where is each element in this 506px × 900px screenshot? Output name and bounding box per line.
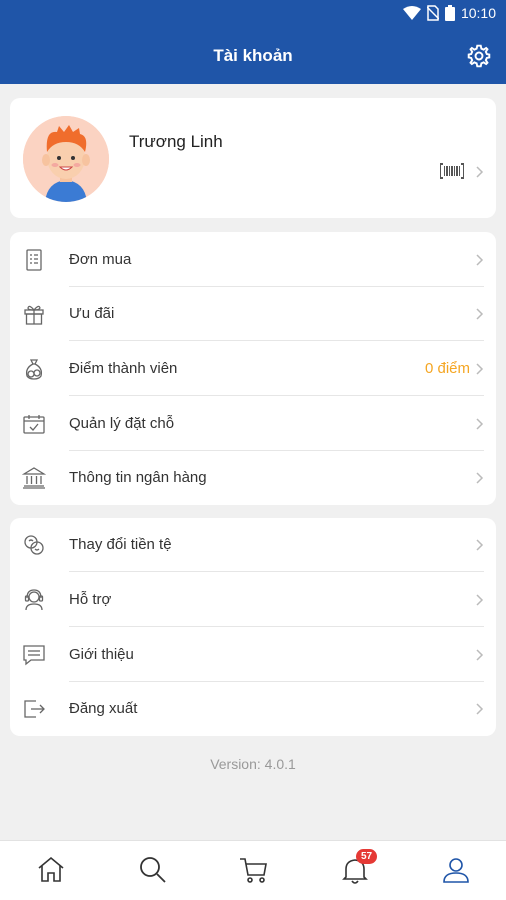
notification-badge: 57 — [356, 849, 378, 864]
avatar-boy-icon — [23, 116, 109, 202]
chevron-right-icon — [476, 308, 484, 320]
menu-item-orders[interactable]: Đơn mua — [10, 233, 496, 287]
home-icon — [38, 856, 64, 882]
menu-item-about[interactable]: Giới thiệu — [10, 628, 496, 682]
app-version: Version: 4.0.1 — [210, 756, 296, 772]
menu-item-label: Điểm thành viên — [69, 360, 178, 377]
chevron-right-icon — [476, 363, 484, 375]
profile-card[interactable]: Trương Linh — [10, 98, 496, 218]
status-bar: 10:10 — [0, 0, 506, 28]
nav-notifications[interactable]: 57 — [338, 849, 378, 887]
cart-icon — [240, 858, 267, 883]
logout-icon — [24, 700, 45, 718]
points-bag-icon — [25, 359, 43, 380]
gear-icon[interactable] — [466, 43, 492, 69]
menu-item-logout[interactable]: Đăng xuất — [10, 682, 496, 736]
avatar[interactable] — [23, 116, 109, 202]
barcode-icon[interactable] — [440, 163, 464, 179]
profile-name: Trương Linh — [129, 132, 223, 151]
bank-icon — [22, 467, 46, 489]
nav-home[interactable] — [34, 853, 68, 887]
chevron-right-icon — [476, 594, 484, 606]
message-icon — [23, 645, 45, 666]
bottom-nav: 57 — [0, 840, 506, 900]
divider — [69, 626, 484, 627]
menu-item-label: Đăng xuất — [69, 700, 138, 717]
chevron-right-icon — [476, 539, 484, 551]
chevron-right-icon — [476, 166, 484, 178]
menu-item-label: Hỗ trợ — [69, 591, 112, 608]
chevron-right-icon — [476, 472, 484, 484]
menu-item-label: Đơn mua — [69, 251, 132, 268]
chevron-right-icon — [476, 649, 484, 661]
menu-item-label: Quản lý đặt chỗ — [69, 415, 175, 432]
divider — [69, 340, 484, 341]
nav-account[interactable] — [439, 853, 473, 887]
menu-item-label: Thay đổi tiền tệ — [69, 536, 172, 553]
search-icon — [140, 857, 166, 883]
menu-item-label: Thông tin ngân hàng — [69, 469, 207, 486]
points-value: 0 điểm — [424, 360, 470, 377]
divider — [69, 571, 484, 572]
wifi-icon — [402, 6, 421, 20]
chevron-right-icon — [476, 703, 484, 715]
menu-item-offers[interactable]: Ưu đãi — [10, 287, 496, 341]
user-icon — [443, 858, 469, 883]
menu-item-label: Ưu đãi — [69, 305, 115, 322]
gift-icon — [24, 305, 44, 325]
menu-item-bank-info[interactable]: Thông tin ngân hàng — [10, 451, 496, 505]
currency-exchange-icon — [24, 535, 44, 555]
nav-search[interactable] — [136, 853, 170, 887]
battery-icon — [444, 5, 455, 21]
menu-group-main: Đơn mua Ưu đãi Điểm thành viên 0 điểm Qu… — [10, 232, 496, 505]
menu-item-bookings[interactable]: Quản lý đặt chỗ — [10, 397, 496, 451]
nav-cart[interactable] — [237, 853, 271, 887]
menu-item-change-currency[interactable]: Thay đổi tiền tệ — [10, 518, 496, 572]
no-sim-icon — [426, 5, 439, 21]
menu-item-label: Giới thiệu — [69, 646, 134, 663]
calendar-icon — [23, 415, 45, 434]
app-header: Tài khoản — [0, 28, 506, 84]
menu-group-settings: Thay đổi tiền tệ Hỗ trợ Giới thiệu Đăng … — [10, 518, 496, 736]
menu-item-support[interactable]: Hỗ trợ — [10, 573, 496, 627]
chevron-right-icon — [476, 418, 484, 430]
chevron-right-icon — [476, 254, 484, 266]
divider — [69, 395, 484, 396]
receipt-icon — [26, 249, 42, 271]
status-time: 10:10 — [460, 5, 496, 21]
support-agent-icon — [24, 589, 44, 611]
page-title: Tài khoản — [213, 46, 293, 65]
menu-item-member-points[interactable]: Điểm thành viên 0 điểm — [10, 342, 496, 396]
